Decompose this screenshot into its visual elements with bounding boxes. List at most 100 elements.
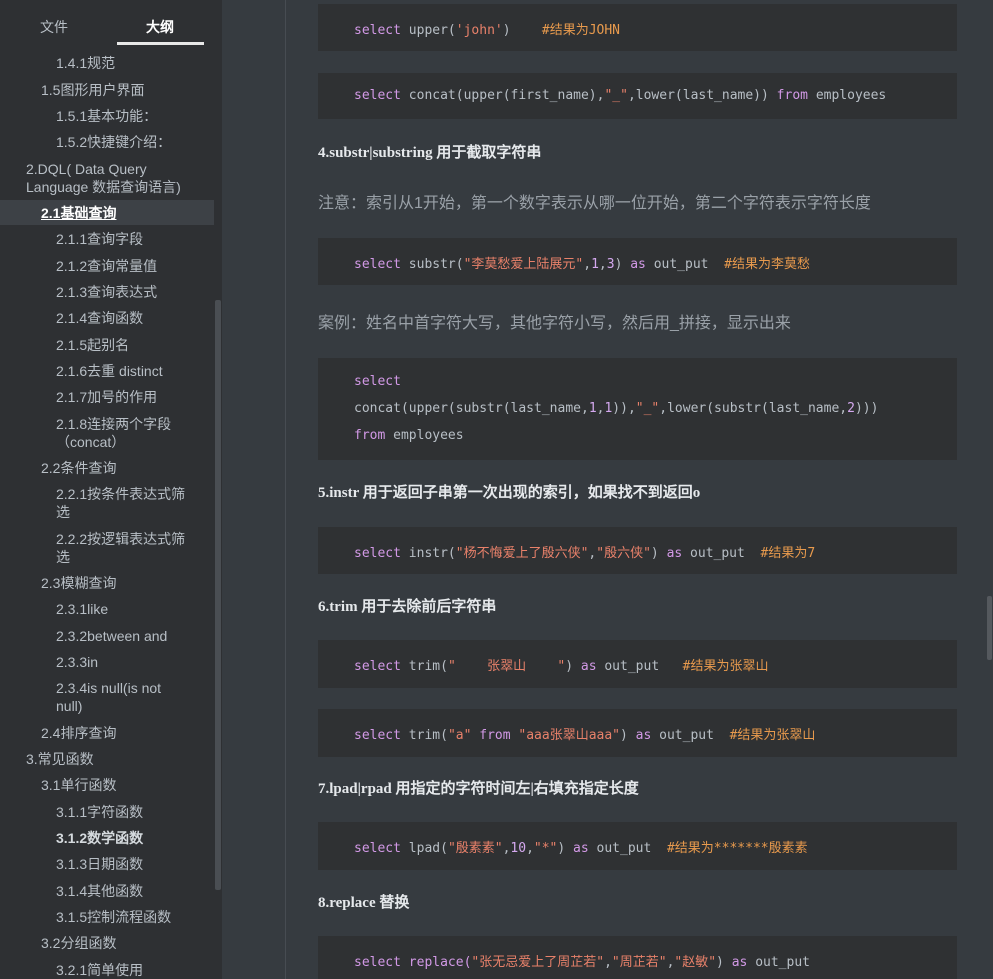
section-heading: 7.lpad|rpad 用指定的字符时间左|右填充指定长度 xyxy=(318,781,639,797)
outline-item[interactable]: 2.1.5起别名 xyxy=(56,336,129,354)
outline-item[interactable]: 2.3.2between and xyxy=(56,627,167,645)
code-text: concat(upper(substr(last_name, xyxy=(354,401,589,416)
code-text: , xyxy=(604,955,612,970)
code-keyword: select xyxy=(354,659,401,674)
outline-item[interactable]: 1.5.2快捷键介绍： xyxy=(56,133,171,151)
code-block[interactable]: select upper('john') #结果为JOHN xyxy=(318,4,957,51)
code-string: "*" xyxy=(533,841,558,856)
code-text: ) xyxy=(614,257,623,272)
code-comment: #结果为张翠山 xyxy=(682,659,769,674)
code-text: ) xyxy=(565,659,574,674)
sidebar-tabs: 文件 大纲 xyxy=(0,0,222,46)
outline-item[interactable]: 2.2.1按条件表达式筛选 xyxy=(56,485,196,521)
code-string: " 张翠山 " xyxy=(447,659,566,674)
code-comment: #结果为*******殷素素 xyxy=(666,841,808,856)
outline-item[interactable]: 3.1.1字符函数 xyxy=(56,803,143,821)
code-string: "a" xyxy=(447,728,472,743)
tab-files[interactable]: 文件 xyxy=(40,17,68,37)
outline-item[interactable]: 2.1.2查询常量值 xyxy=(56,257,157,275)
outline-item[interactable]: 2.1.7加号的作用 xyxy=(56,388,157,406)
code-block[interactable]: select trim(" 张翠山 ") as out_put #结果为张翠山 xyxy=(318,640,957,688)
outline-item[interactable]: 3.常见函数 xyxy=(26,750,94,768)
outline-item[interactable]: 1.5.1基本功能： xyxy=(56,107,157,125)
code-string: 'john' xyxy=(455,23,503,38)
code-text: out_put xyxy=(604,659,660,674)
document-content: select upper('john') #结果为JOHN select con… xyxy=(286,0,993,979)
code-block[interactable]: select substr("李莫愁爱上陆展元",1,3) as out_put… xyxy=(318,238,957,285)
code-text: , xyxy=(598,257,607,272)
outline-item[interactable]: 3.1.3日期函数 xyxy=(56,855,143,873)
code-keyword: as xyxy=(573,841,589,856)
code-text: out_put xyxy=(596,841,652,856)
code-keyword: select xyxy=(354,841,401,856)
code-text: concat(upper(first_name), xyxy=(408,88,605,103)
code-comment: #结果为JOHN xyxy=(541,23,621,38)
outline-item[interactable]: 2.3.1like xyxy=(56,600,108,618)
code-keyword: as xyxy=(635,728,652,743)
outline-item[interactable]: 1.5图形用户界面 xyxy=(41,81,144,99)
outline-item[interactable]: 2.DQL( Data Query Language 数据查询语言) xyxy=(26,160,201,196)
editor-gutter xyxy=(222,0,286,979)
code-block[interactable]: select concat(upper(substr(last_name,1,1… xyxy=(318,358,957,460)
outline-item[interactable]: 3.2.1简单使用 xyxy=(56,961,143,979)
code-number: 3 xyxy=(606,257,615,272)
code-keyword: select xyxy=(354,728,401,743)
outline-item[interactable]: 2.3.3in xyxy=(56,653,98,671)
code-block[interactable]: select trim("a" from "aaa张翠山aaa") as out… xyxy=(318,709,957,757)
code-string: "李莫愁爱上陆展元" xyxy=(463,257,584,272)
code-text: employees xyxy=(393,428,464,443)
paragraph: 注意：索引从1开始，第一个数字表示从哪一位开始，第二个字符表示字符长度 xyxy=(318,195,871,212)
paragraph: 案例：姓名中首字符大写，其他字符小写，然后用_拼接，显示出来 xyxy=(318,315,791,332)
main-scrollbar[interactable] xyxy=(987,596,992,660)
outline-item[interactable]: 2.2.2按逻辑表达式筛选 xyxy=(56,530,196,566)
outline-item[interactable]: 3.1单行函数 xyxy=(41,776,116,794)
outline-item-active[interactable]: 2.1基础查询 xyxy=(41,204,116,222)
code-text: ) xyxy=(650,546,659,561)
outline-item[interactable]: 2.1.1查询字段 xyxy=(56,230,143,248)
code-block[interactable]: select concat(upper(first_name),"_",lowe… xyxy=(318,73,957,119)
sidebar-scrollbar[interactable] xyxy=(215,300,221,890)
code-keyword: select xyxy=(354,257,401,272)
code-number: 1 xyxy=(591,257,599,272)
outline-item[interactable]: 2.3模糊查询 xyxy=(41,574,116,592)
outline-item[interactable]: 2.1.8连接两个字段（concat） xyxy=(56,415,196,451)
code-block[interactable]: select instr("杨不悔爱上了殷六侠","殷六侠") as out_p… xyxy=(318,527,957,574)
outline-item[interactable]: 2.3.4is null(is not null) xyxy=(56,679,176,715)
code-text: out_put xyxy=(659,728,714,743)
code-string: "张无忌爱上了周芷若" xyxy=(471,955,605,970)
code-string: "殷素素" xyxy=(447,841,503,856)
code-keyword: select xyxy=(354,546,401,561)
code-string: "_" xyxy=(604,88,628,103)
code-number: 10 xyxy=(510,841,527,856)
code-keyword: from xyxy=(479,728,511,743)
code-comment: #结果为张翠山 xyxy=(729,728,816,743)
code-text: ) xyxy=(502,23,511,38)
section-heading: 4.substr|substring 用于截取字符串 xyxy=(318,145,542,161)
code-comment: #结果为7 xyxy=(760,546,816,561)
outline-item[interactable]: 3.1.5控制流程函数 xyxy=(56,908,171,926)
outline-item[interactable]: 2.1.3查询表达式 xyxy=(56,283,157,301)
code-block[interactable]: select replace("张无忌爱上了周芷若","周芷若","赵敏") a… xyxy=(318,936,957,979)
code-keyword: as xyxy=(580,659,597,674)
code-text: , xyxy=(583,257,592,272)
outline-item[interactable]: 2.2条件查询 xyxy=(41,459,116,477)
code-keyword: as xyxy=(630,257,646,272)
code-text: substr( xyxy=(408,257,464,272)
active-tab-indicator xyxy=(117,42,204,45)
outline-item[interactable]: 2.1.6去重 distinct xyxy=(56,362,163,380)
outline-item[interactable]: 1.4.1规范 xyxy=(56,54,115,72)
sidebar: 1.4.1规范 1.5图形用户界面 1.5.1基本功能： 1.5.2快捷键介绍：… xyxy=(0,0,222,979)
code-string: "周芷若" xyxy=(611,955,667,970)
outline-item[interactable]: 3.2分组函数 xyxy=(41,934,116,952)
tab-outline[interactable]: 大纲 xyxy=(146,17,174,37)
section-heading: 8.replace 替换 xyxy=(318,895,410,911)
outline-item[interactable]: 2.1.4查询函数 xyxy=(56,309,143,327)
code-block[interactable]: select lpad("殷素素",10,"*") as out_put #结果… xyxy=(318,822,957,870)
outline-item[interactable]: 3.1.2数学函数 xyxy=(56,829,143,847)
code-keyword: select xyxy=(354,374,401,389)
outline-item[interactable]: 2.4排序查询 xyxy=(41,724,116,742)
outline-item[interactable]: 3.1.4其他函数 xyxy=(56,882,143,900)
code-string: "aaa张翠山aaa" xyxy=(518,728,621,743)
section-heading: 6.trim 用于去除前后字符串 xyxy=(318,599,497,615)
code-text: out_put xyxy=(653,257,709,272)
